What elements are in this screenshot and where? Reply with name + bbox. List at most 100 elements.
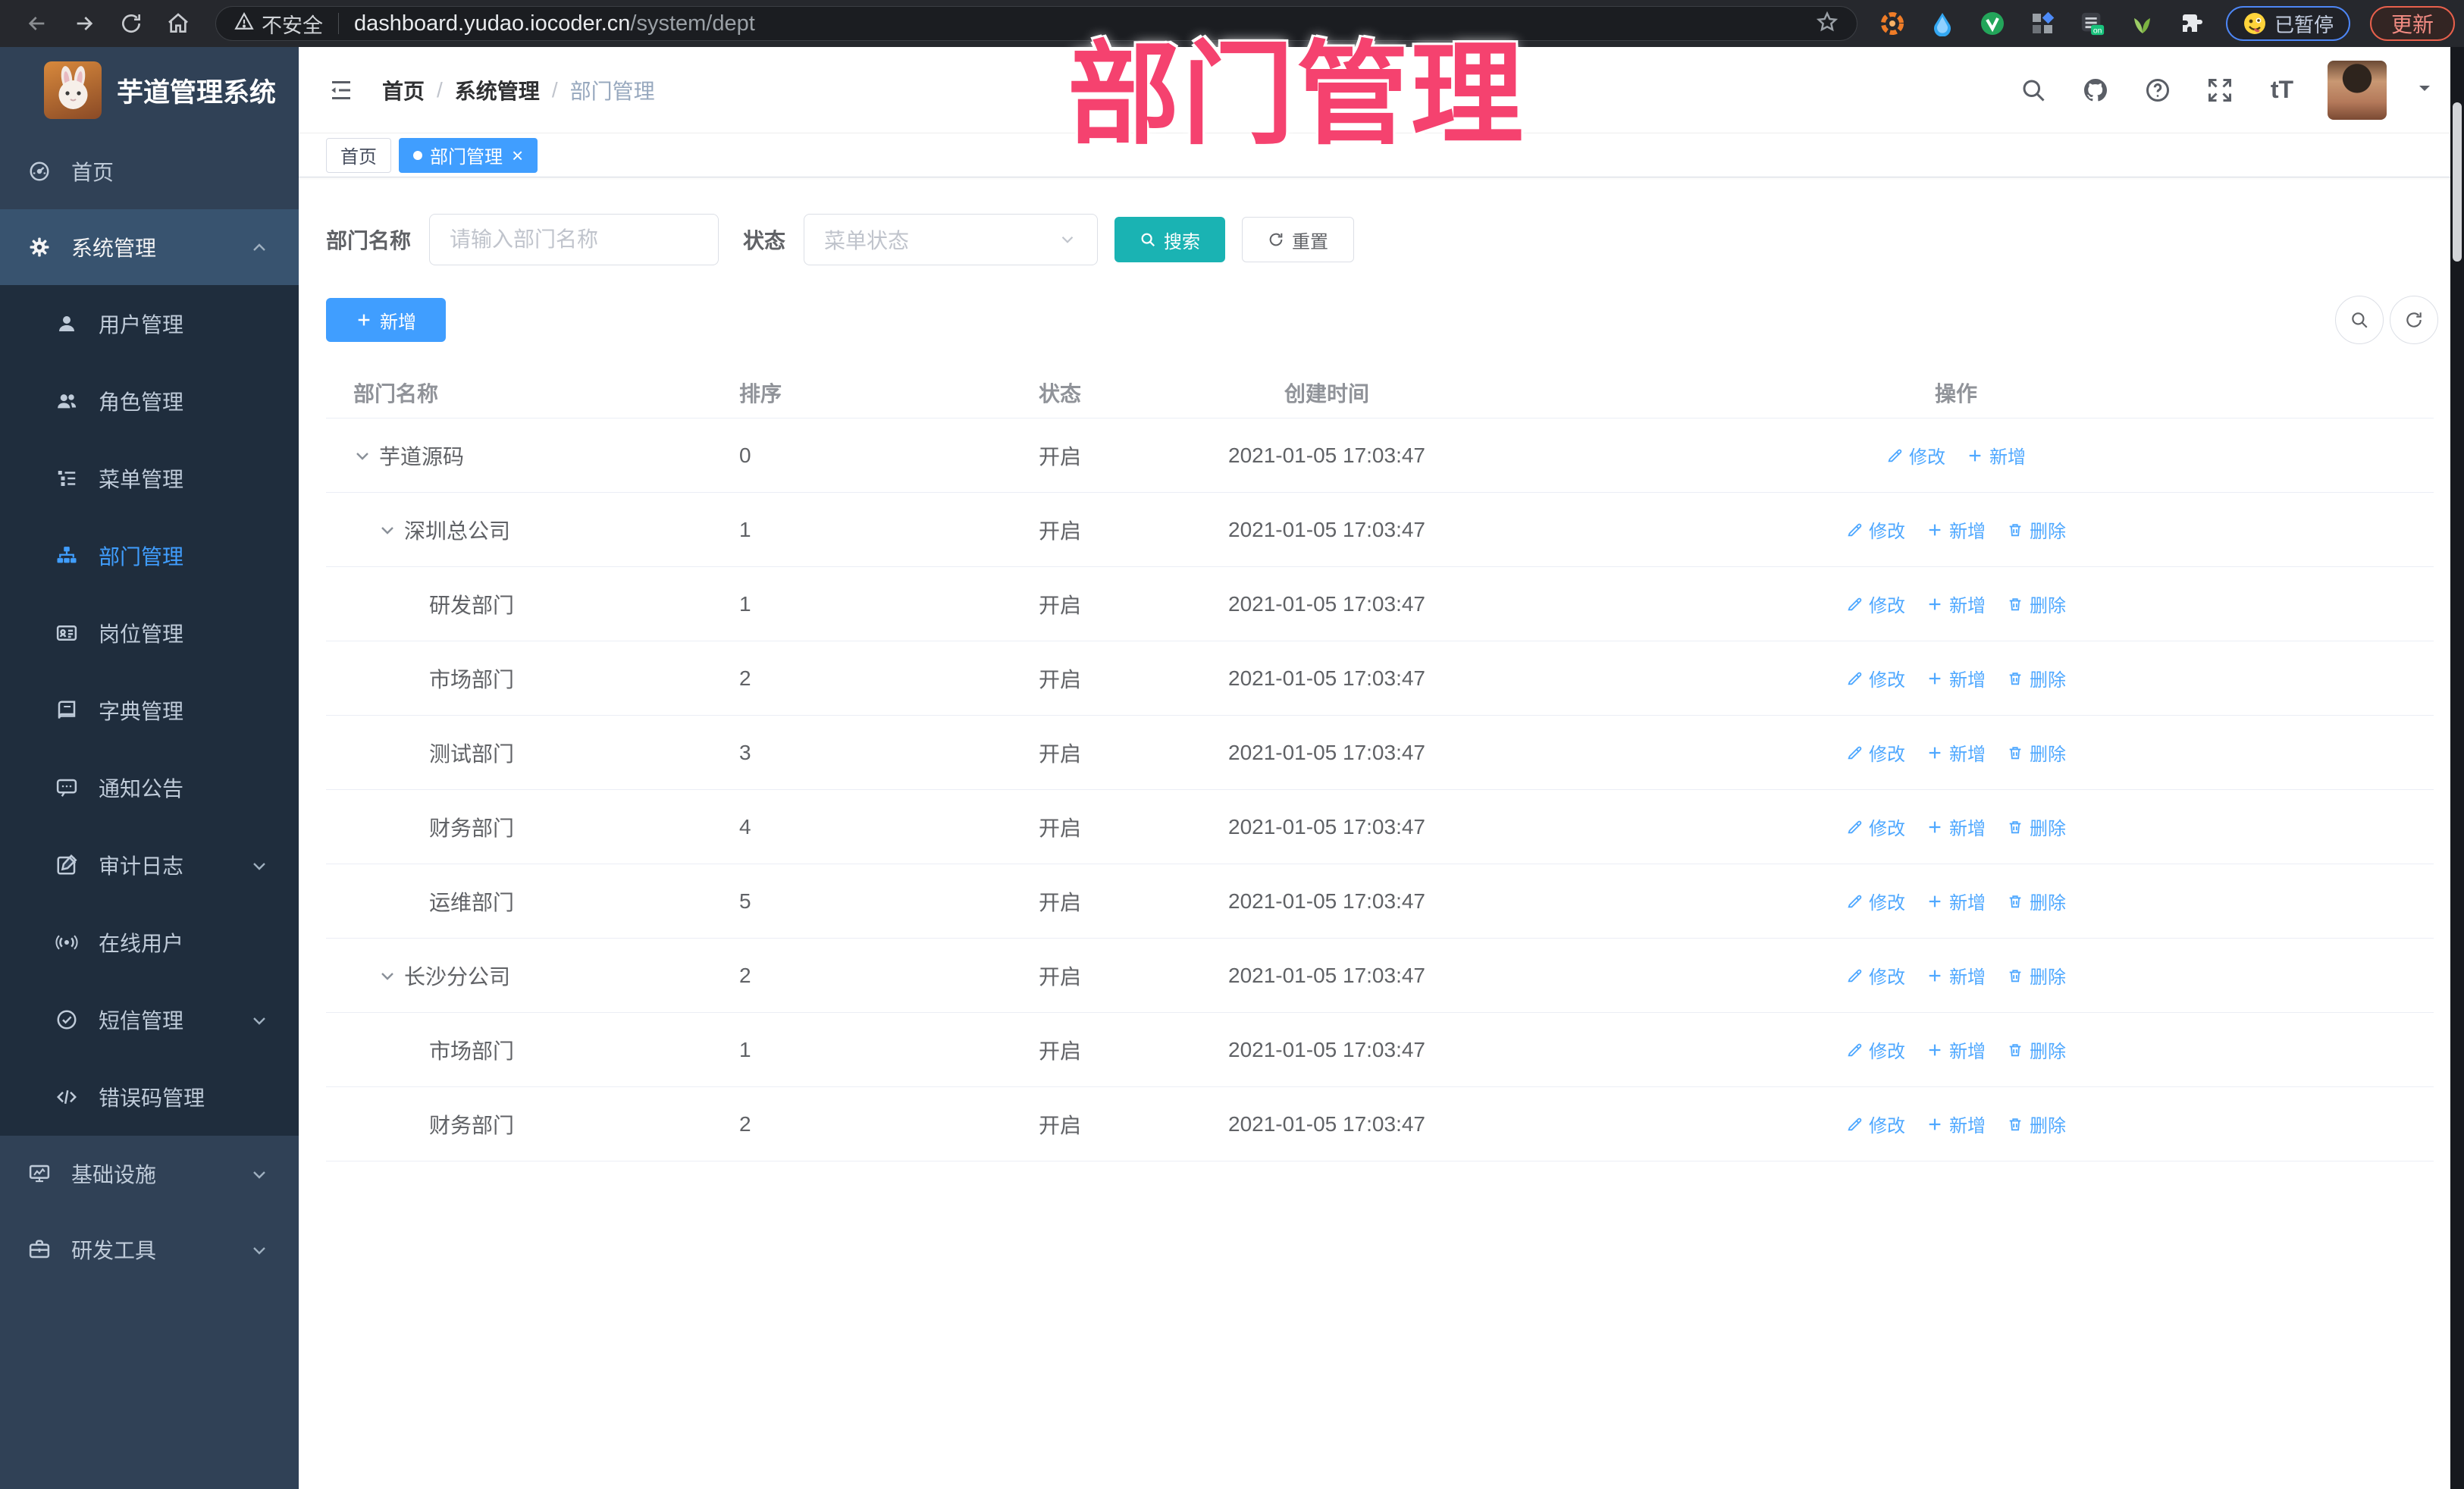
extension-blue-drop-icon[interactable] [1929,10,1956,37]
edit-action[interactable]: 修改 [1846,665,1905,691]
sidebar-item-role-management[interactable]: 角色管理 [0,362,299,440]
chevron-down-icon [1058,230,1077,249]
github-icon[interactable] [2079,74,2112,107]
address-bar[interactable]: 不安全 dashboard.yudao.iocoder.cn/system/de… [215,6,1857,41]
sidebar-item-home[interactable]: 首页 [0,133,299,209]
page-scrollbar[interactable] [2450,47,2464,1489]
sidebar-item-sms-management[interactable]: 短信管理 [0,981,299,1058]
dept-name-cell: 运维部门 [326,886,739,917]
dept-name-input[interactable] [429,214,719,265]
search-button[interactable]: 搜索 [1114,217,1226,262]
add-action[interactable]: 新增 [1926,591,1986,617]
search-icon[interactable] [2017,74,2050,107]
user-menu-caret-icon[interactable] [2415,79,2434,101]
extension-orange-ring-icon[interactable] [1879,10,1906,37]
status-cell: 开启 [1039,741,1082,766]
sidebar-item-notice-announcement[interactable]: 通知公告 [0,749,299,826]
edit-action[interactable]: 修改 [1846,739,1905,766]
extension-green-check-icon[interactable] [1979,10,2006,37]
sidebar-item-error-code-management[interactable]: 错误码管理 [0,1058,299,1136]
add-action[interactable]: 新增 [1926,888,1986,914]
security-warning: 不安全 [234,9,323,39]
edit-action[interactable]: 修改 [1886,442,1945,469]
add-action[interactable]: 新增 [1926,813,1986,840]
app-logo[interactable]: 芋道管理系统 [0,47,299,133]
status-cell: 开启 [1039,444,1082,469]
user-avatar[interactable] [2328,60,2387,120]
edit-action[interactable]: 修改 [1846,888,1905,914]
expand-chevron-icon[interactable] [378,520,398,540]
delete-action[interactable]: 删除 [2007,888,2066,914]
scrollbar-thumb[interactable] [2453,102,2462,262]
edit-action[interactable]: 修改 [1846,1036,1905,1063]
sidebar-item-dev-tools[interactable]: 研发工具 [0,1212,299,1287]
delete-action[interactable]: 删除 [2007,739,2066,766]
sidebar-item-online-users[interactable]: 在线用户 [0,904,299,981]
page-content: 部门名称 状态 菜单状态 搜索 重置 [299,177,2464,1489]
tab-close-icon[interactable]: × [512,146,523,165]
browser-home-icon[interactable] [155,6,202,41]
extension-paused-chip[interactable]: 已暂停 [2226,6,2351,41]
status-cell: 开启 [1039,964,1082,989]
extension-grid-squares-icon[interactable] [2029,10,2056,37]
delete-action[interactable]: 删除 [2007,1111,2066,1137]
expand-chevron-icon[interactable] [353,446,373,466]
app-title: 芋道管理系统 [117,77,277,108]
delete-action[interactable]: 删除 [2007,516,2066,543]
add-button[interactable]: 新增 [326,298,446,342]
edit-action[interactable]: 修改 [1846,962,1905,989]
edit-action[interactable]: 修改 [1846,516,1905,543]
sidebar-item-dict-management[interactable]: 字典管理 [0,672,299,749]
toggle-search-button[interactable] [2335,296,2384,344]
reset-button[interactable]: 重置 [1242,217,1355,262]
extension-on-badge-icon[interactable]: on [2079,10,2106,37]
sidebar-fold-icon[interactable] [317,66,365,114]
add-action[interactable]: 新增 [1926,739,1986,766]
edit-icon [1886,447,1903,464]
sidebar-item-system-management[interactable]: 系统管理 [0,209,299,285]
delete-action[interactable]: 删除 [2007,665,2066,691]
breadcrumb-system[interactable]: 系统管理 [455,75,540,105]
tab-dept-management[interactable]: 部门管理 × [399,137,538,173]
dept-name-text: 财务部门 [429,1113,515,1137]
add-action[interactable]: 新增 [1967,442,2026,469]
sidebar-item-menu-management[interactable]: 菜单管理 [0,440,299,517]
add-action[interactable]: 新增 [1926,962,1986,989]
add-action[interactable]: 新增 [1926,516,1986,543]
breadcrumb-home[interactable]: 首页 [382,75,425,105]
chevron-down-icon [250,1165,268,1183]
status-select[interactable]: 菜单状态 [804,214,1099,265]
operations-cell: 修改 新增 删除 [1478,1111,2434,1137]
sidebar-item-post-management[interactable]: 岗位管理 [0,594,299,672]
add-action[interactable]: 新增 [1926,665,1986,691]
edit-action[interactable]: 修改 [1846,813,1905,840]
font-size-icon[interactable]: tT [2265,74,2299,107]
delete-action[interactable]: 删除 [2007,591,2066,617]
expand-chevron-icon[interactable] [378,966,398,986]
delete-action[interactable]: 删除 [2007,813,2066,840]
browser-reload-icon[interactable] [108,6,155,41]
edit-action[interactable]: 修改 [1846,591,1905,617]
delete-action[interactable]: 删除 [2007,962,2066,989]
dept-name-text: 市场部门 [429,1039,515,1063]
browser-forward-icon[interactable] [61,6,108,41]
sidebar-item-audit-log[interactable]: 审计日志 [0,826,299,904]
edit-action[interactable]: 修改 [1846,1111,1905,1137]
delete-action[interactable]: 删除 [2007,1036,2066,1063]
error-code-icon [55,1085,79,1109]
sidebar-item-infrastructure[interactable]: 基础设施 [0,1136,299,1212]
refresh-table-button[interactable] [2390,296,2438,344]
extension-puzzle-icon[interactable] [2179,10,2206,37]
fullscreen-icon[interactable] [2203,74,2237,107]
add-icon [1926,744,1943,761]
bookmark-star-icon[interactable] [1816,11,1839,37]
extension-green-plant-icon[interactable] [2129,10,2156,37]
browser-back-icon[interactable] [14,6,61,41]
help-icon[interactable] [2141,74,2174,107]
tab-home[interactable]: 首页 [326,137,391,173]
browser-update-button[interactable]: 更新 [2370,6,2456,41]
add-action[interactable]: 新增 [1926,1111,1986,1137]
sidebar-item-user-management[interactable]: 用户管理 [0,285,299,362]
add-action[interactable]: 新增 [1926,1036,1986,1063]
sidebar-item-dept-management[interactable]: 部门管理 [0,517,299,594]
